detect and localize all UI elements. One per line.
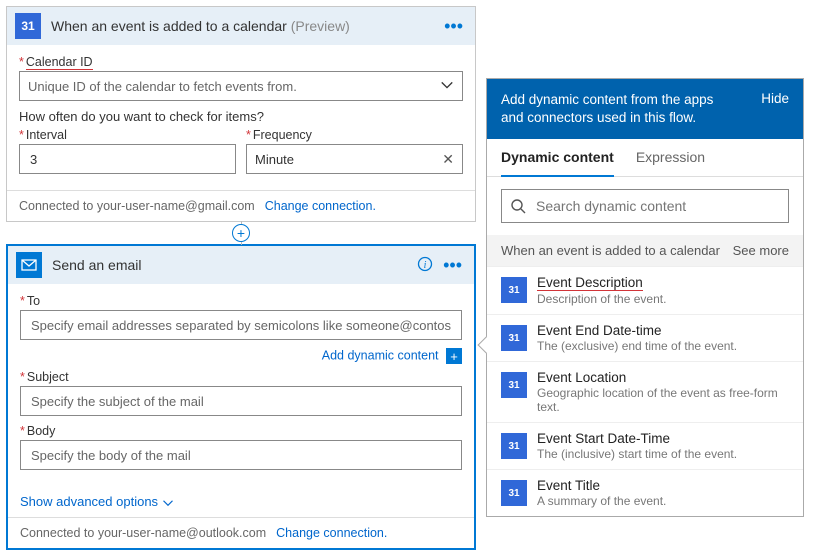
add-step-connector: + bbox=[6, 221, 476, 245]
add-dynamic-icon: + bbox=[446, 348, 462, 364]
to-label: To bbox=[20, 294, 462, 308]
interval-input[interactable] bbox=[19, 144, 236, 174]
dc-item[interactable]: 31 Event DescriptionDescription of the ev… bbox=[487, 266, 803, 314]
action-menu-icon[interactable]: ••• bbox=[439, 255, 466, 276]
trigger-footer: Connected to your-user-name@gmail.com Ch… bbox=[7, 190, 475, 221]
dc-item-desc: Geographic location of the event as free… bbox=[537, 386, 789, 414]
panel-header: Add dynamic content from the apps and co… bbox=[487, 79, 803, 139]
clear-icon[interactable]: ✕ bbox=[442, 151, 454, 168]
subject-input[interactable] bbox=[20, 386, 462, 416]
calendar-icon: 31 bbox=[501, 277, 527, 303]
chevron-down-icon bbox=[440, 78, 454, 95]
tab-dynamic-content[interactable]: Dynamic content bbox=[501, 139, 614, 177]
dc-item-desc: The (inclusive) start time of the event. bbox=[537, 447, 737, 461]
dynamic-search[interactable] bbox=[501, 189, 789, 223]
calendar-id-select[interactable]: Unique ID of the calendar to fetch event… bbox=[19, 71, 463, 101]
dc-item[interactable]: 31 Event Start Date-TimeThe (inclusive) s… bbox=[487, 422, 803, 469]
trigger-menu-icon[interactable]: ••• bbox=[440, 16, 467, 37]
info-icon[interactable]: i bbox=[417, 256, 433, 275]
to-input[interactable] bbox=[20, 310, 462, 340]
dc-item-title: Event Location bbox=[537, 370, 789, 385]
trigger-title: When an event is added to a calendar (Pr… bbox=[51, 18, 440, 34]
dc-item[interactable]: 31 Event End Date-timeThe (exclusive) end… bbox=[487, 314, 803, 361]
calendar-id-label: Calendar ID bbox=[19, 55, 463, 69]
action-header[interactable]: Send an email i ••• bbox=[8, 246, 474, 284]
dc-item-desc: The (exclusive) end time of the event. bbox=[537, 339, 737, 353]
dc-item-desc: Description of the event. bbox=[537, 292, 666, 306]
add-dynamic-content-link[interactable]: Add dynamic content + bbox=[20, 348, 462, 364]
subject-label: Subject bbox=[20, 370, 462, 384]
check-caption: How often do you want to check for items… bbox=[19, 109, 463, 124]
calendar-icon: 31 bbox=[501, 372, 527, 398]
dynamic-content-panel: Add dynamic content from the apps and co… bbox=[486, 78, 804, 517]
dc-item[interactable]: 31 Event TitleA summary of the event. bbox=[487, 469, 803, 516]
interval-label: Interval bbox=[19, 128, 236, 142]
add-step-button[interactable]: + bbox=[232, 224, 250, 242]
search-icon bbox=[510, 198, 526, 214]
body-label: Body bbox=[20, 424, 462, 438]
show-advanced-link[interactable]: Show advanced options bbox=[8, 486, 474, 517]
trigger-card: 31 When an event is added to a calendar … bbox=[6, 6, 476, 222]
action-card: Send an email i ••• To Add dynamic conte… bbox=[6, 244, 476, 550]
dc-item[interactable]: 31 Event LocationGeographic location of t… bbox=[487, 361, 803, 422]
action-footer: Connected to your-user-name@outlook.com … bbox=[8, 517, 474, 548]
dc-section-header: When an event is added to a calendar See… bbox=[487, 235, 803, 266]
panel-tabs: Dynamic content Expression bbox=[487, 139, 803, 177]
body-input[interactable] bbox=[20, 440, 462, 470]
change-connection-link[interactable]: Change connection. bbox=[265, 199, 376, 213]
calendar-icon: 31 bbox=[501, 433, 527, 459]
change-connection-link[interactable]: Change connection. bbox=[276, 526, 387, 540]
calendar-icon: 31 bbox=[501, 480, 527, 506]
hide-link[interactable]: Hide bbox=[761, 91, 789, 106]
frequency-label: Frequency bbox=[246, 128, 463, 142]
outlook-icon bbox=[16, 252, 42, 278]
dc-item-title: Event Start Date-Time bbox=[537, 431, 737, 446]
calendar-icon: 31 bbox=[15, 13, 41, 39]
action-title: Send an email bbox=[52, 257, 417, 273]
dc-item-title: Event Description bbox=[537, 275, 643, 291]
calendar-icon: 31 bbox=[501, 325, 527, 351]
trigger-header[interactable]: 31 When an event is added to a calendar … bbox=[7, 7, 475, 45]
see-more-link[interactable]: See more bbox=[733, 243, 789, 258]
dc-item-title: Event Title bbox=[537, 478, 666, 493]
dc-item-title: Event End Date-time bbox=[537, 323, 737, 338]
svg-text:i: i bbox=[424, 260, 427, 271]
dc-item-desc: A summary of the event. bbox=[537, 494, 666, 508]
tab-expression[interactable]: Expression bbox=[636, 139, 705, 176]
preview-tag: (Preview) bbox=[291, 18, 350, 34]
frequency-select[interactable]: Minute ✕ bbox=[246, 144, 463, 174]
